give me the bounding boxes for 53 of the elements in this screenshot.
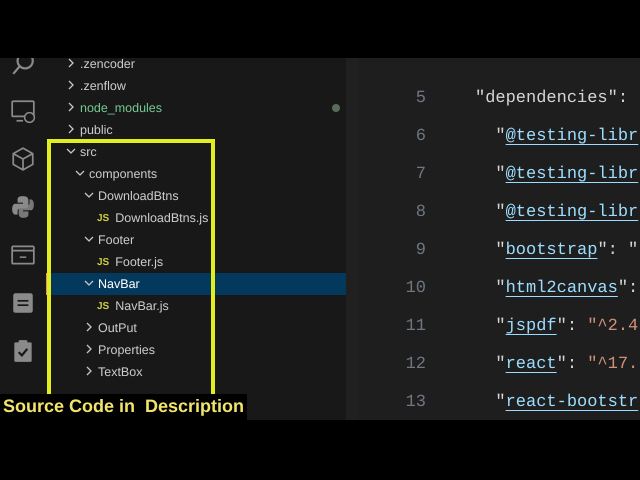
folder-item[interactable]: .zenflow bbox=[46, 75, 346, 97]
folder-item[interactable]: DownloadBtns bbox=[46, 185, 346, 207]
code-line: "@testing-libr bbox=[494, 126, 638, 147]
code-line: "@testing-libr bbox=[494, 164, 638, 185]
chevron-icon bbox=[84, 366, 94, 376]
folder-item[interactable]: public bbox=[46, 119, 346, 141]
folder-item[interactable]: node_modules bbox=[46, 97, 346, 119]
code-line: "bootstrap": " bbox=[494, 240, 638, 261]
chevron-icon bbox=[84, 278, 94, 288]
folder-item[interactable]: OutPut bbox=[46, 317, 346, 339]
folder-item[interactable]: src bbox=[46, 141, 346, 163]
js-file-icon: JS bbox=[97, 256, 110, 268]
chevron-icon bbox=[84, 190, 94, 200]
cube-icon[interactable] bbox=[10, 146, 36, 172]
js-file-icon: JS bbox=[97, 212, 110, 224]
status-dot bbox=[332, 104, 340, 112]
line-number: 5 bbox=[414, 88, 427, 108]
chevron-icon bbox=[66, 124, 76, 134]
file-item[interactable]: JS Footer.js bbox=[46, 251, 346, 273]
chevron-icon bbox=[75, 168, 85, 178]
code-line: "dependencies": bbox=[475, 88, 628, 109]
code-line: "@testing-libr bbox=[494, 202, 638, 223]
chevron-icon bbox=[66, 58, 76, 68]
js-file-icon: JS bbox=[97, 300, 110, 312]
chevron-icon bbox=[66, 146, 76, 156]
line-number: 6 bbox=[414, 126, 427, 146]
line-number: 11 bbox=[404, 316, 427, 336]
code-line: "react-bootstr bbox=[494, 392, 638, 413]
chevron-icon bbox=[84, 234, 94, 244]
file-item[interactable]: JS NavBar.js bbox=[46, 295, 346, 317]
folder-item[interactable]: components bbox=[46, 163, 346, 185]
line-number: 13 bbox=[404, 392, 427, 412]
line-number: 12 bbox=[404, 354, 427, 374]
line-number: 10 bbox=[404, 278, 427, 298]
chevron-icon bbox=[84, 344, 94, 354]
code-line: "react": "^17. bbox=[494, 354, 638, 375]
code-line: "jspdf": "^2.4 bbox=[494, 316, 638, 337]
folder-item[interactable]: Footer bbox=[46, 229, 346, 251]
folder-item[interactable]: Properties bbox=[46, 339, 346, 361]
line-number: 8 bbox=[414, 202, 427, 222]
line-number: 9 bbox=[414, 240, 427, 260]
line-number: 7 bbox=[414, 164, 427, 184]
code-line: "html2canvas": bbox=[494, 278, 638, 299]
folder-item[interactable]: NavBar bbox=[46, 273, 346, 295]
chevron-icon bbox=[66, 102, 76, 112]
monitor-icon[interactable] bbox=[10, 98, 36, 124]
chevron-icon bbox=[84, 322, 94, 332]
folder-item[interactable]: TextBox bbox=[46, 361, 346, 383]
chevron-icon bbox=[66, 80, 76, 90]
python-icon[interactable] bbox=[10, 194, 36, 220]
caption-text: Source Code in Description bbox=[0, 394, 248, 420]
file-item[interactable]: JS DownloadBtns.js bbox=[46, 207, 346, 229]
folder-item[interactable]: .zencoder bbox=[46, 58, 346, 75]
